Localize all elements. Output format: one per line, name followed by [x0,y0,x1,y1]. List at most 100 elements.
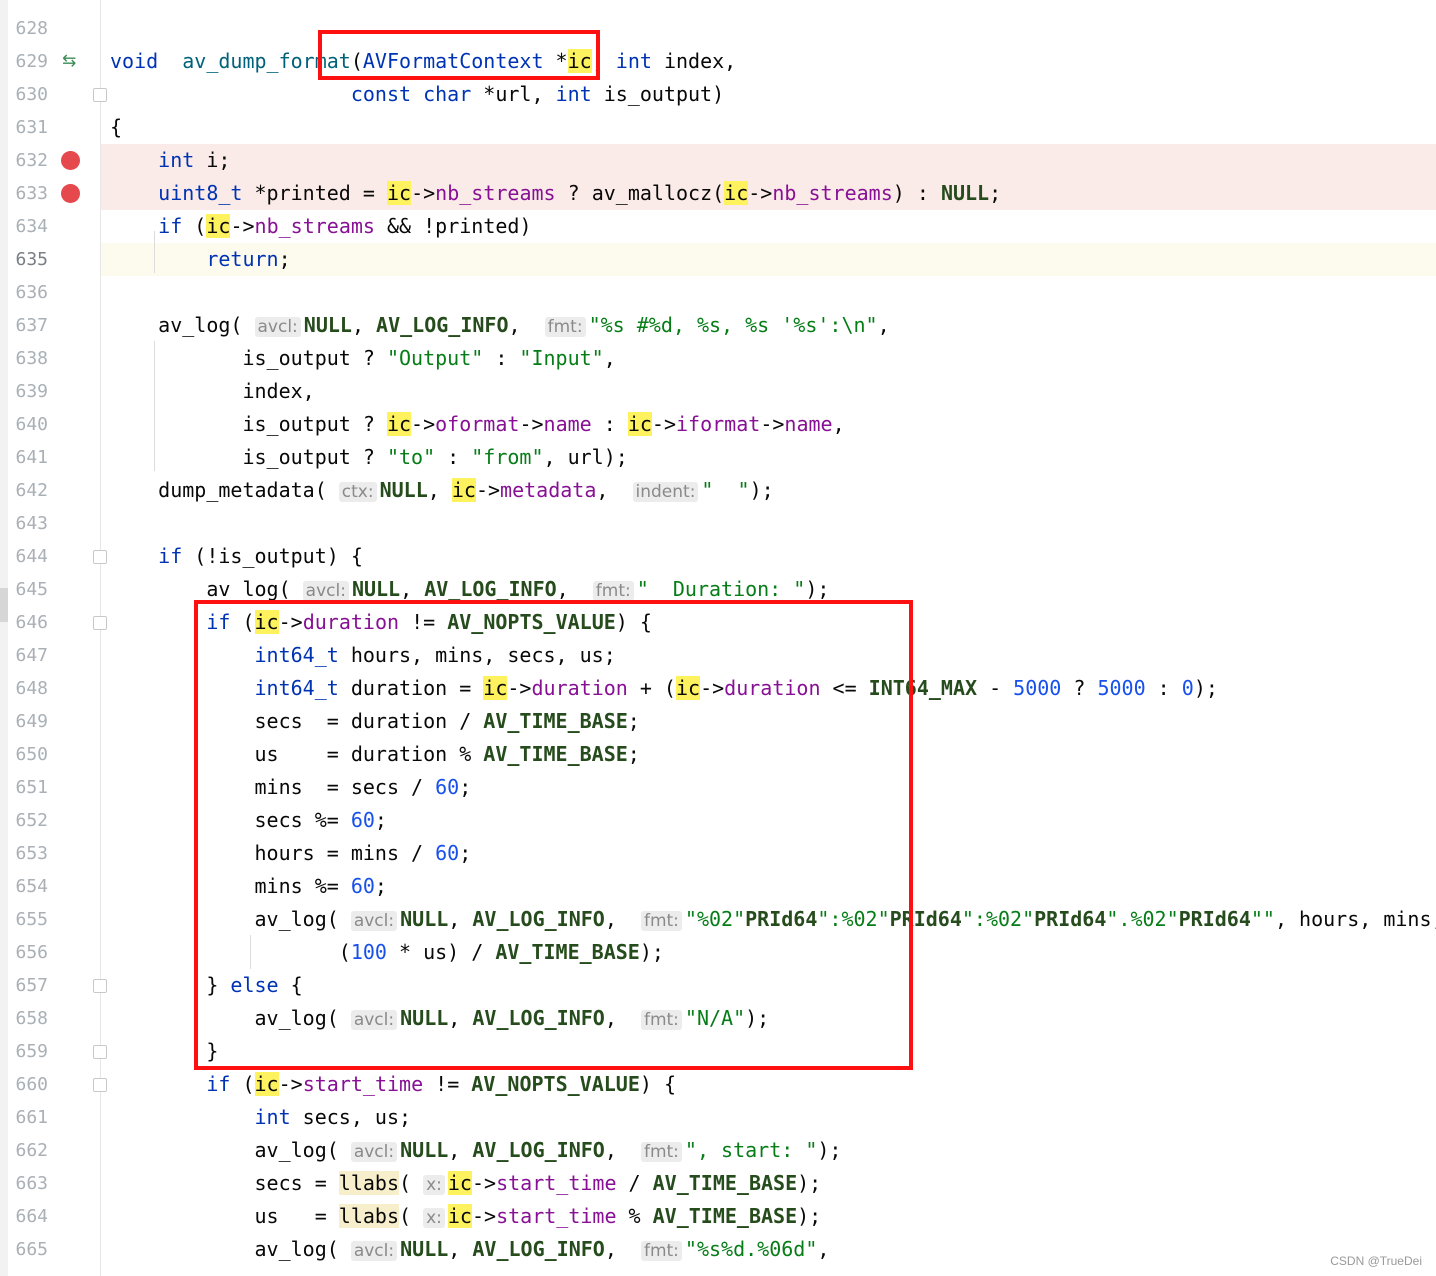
code-text[interactable]: const char *url, int is_output) [110,78,724,111]
highlighted-identifier: ic [386,181,412,205]
code-text[interactable]: av_log( avcl: NULL, AV_LOG_INFO, fmt: "%s%… [110,1233,829,1268]
code-line[interactable]: 640 is_output ? ic->oformat->name : ic->… [0,408,1436,441]
code-line[interactable]: 630 const char *url, int is_output) [0,78,1436,111]
code-line[interactable]: 629 ⇆ void av_dump_format(AVFormatContext … [0,45,1436,78]
line-number[interactable]: 664 [8,1200,48,1233]
code-line[interactable]: 660 if (ic->start_time != AV_NOPTS_VALUE… [0,1068,1436,1101]
line-number[interactable]: 661 [8,1101,48,1134]
code-text[interactable]: secs = llabs( x: ic->start_time / AV_TIME… [110,1167,821,1202]
line-number[interactable]: 651 [8,771,48,804]
code-line[interactable]: 663 secs = llabs( x: ic->start_time / AV_… [0,1167,1436,1200]
macro: NULL [379,478,428,502]
code-text: , [400,577,425,601]
code-text[interactable]: if (ic->start_time != AV_NOPTS_VALUE) { [110,1068,676,1101]
code-text[interactable]: uint8_t *printed = ic->nb_streams ? av_m… [110,177,1001,210]
fold-toggle-icon[interactable] [93,1078,107,1092]
line-number[interactable]: 652 [8,804,48,837]
line-number[interactable]: 657 [8,969,48,1002]
line-number[interactable]: 640 [8,408,48,441]
code-text[interactable]: is_output ? "to" : "from", url); [110,441,627,474]
code-line[interactable]: 631 { [0,111,1436,144]
line-number[interactable]: 662 [8,1134,48,1167]
line-number[interactable]: 656 [8,936,48,969]
line-number[interactable]: 628 [8,12,48,45]
line-number[interactable]: 643 [8,507,48,540]
line-background [101,12,1436,45]
code-text[interactable]: return; [110,243,290,276]
line-number[interactable]: 634 [8,210,48,243]
implementation-arrows-icon[interactable]: ⇆ [62,52,76,71]
line-number[interactable]: 633 [8,177,48,210]
line-number[interactable]: 649 [8,705,48,738]
breakpoint-icon[interactable] [61,184,80,203]
code-line[interactable]: 633 uint8_t *printed = ic->nb_streams ? … [0,177,1436,210]
code-line[interactable]: 634 if (ic->nb_streams && !printed) [0,210,1436,243]
code-text[interactable]: int secs, us; [110,1101,412,1134]
code-line[interactable]: 662 av_log( avcl: NULL, AV_LOG_INFO, fmt:… [0,1134,1436,1167]
line-number[interactable]: 655 [8,903,48,936]
line-number[interactable]: 635 [8,243,48,276]
code-line[interactable]: 635 return; [0,243,1436,276]
fold-toggle-icon[interactable] [93,88,107,102]
line-number[interactable]: 660 [8,1068,48,1101]
fold-toggle-icon[interactable] [93,550,107,564]
code-line[interactable]: 636 [0,276,1436,309]
code-text[interactable]: is_output ? ic->oformat->name : ic->ifor… [110,408,845,441]
code-line[interactable]: 638 is_output ? "Output" : "Input", [0,342,1436,375]
line-number[interactable]: 641 [8,441,48,474]
code-line[interactable]: 661 int secs, us; [0,1101,1436,1134]
line-number[interactable]: 646 [8,606,48,639]
line-number[interactable]: 629 [8,45,48,78]
code-text[interactable]: index, [110,375,314,408]
code-text[interactable]: av_log( avcl: NULL, AV_LOG_INFO, fmt: "%s … [110,309,890,344]
code-text[interactable]: int i; [110,144,230,177]
code-text[interactable]: { [110,111,122,144]
code-text[interactable]: is_output ? "Output" : "Input", [110,342,615,375]
code-line[interactable]: 665 av_log( avcl: NULL, AV_LOG_INFO, fmt:… [0,1233,1436,1266]
code-line[interactable]: 637 av_log( avcl: NULL, AV_LOG_INFO, fmt:… [0,309,1436,342]
code-text[interactable]: if (!is_output) { [110,540,363,573]
macro: AV_LOG_INFO [472,1237,605,1261]
line-number[interactable]: 645 [8,573,48,606]
code-text: -> [411,412,436,436]
code-line[interactable]: 664 us = llabs( x: ic->start_time % AV_TI… [0,1200,1436,1233]
fold-toggle-icon[interactable] [93,979,107,993]
line-number[interactable]: 631 [8,111,48,144]
line-number[interactable]: 642 [8,474,48,507]
code-line[interactable]: 644 if (!is_output) { [0,540,1436,573]
line-number[interactable]: 653 [8,837,48,870]
fold-toggle-icon[interactable] [93,616,107,630]
line-number[interactable]: 644 [8,540,48,573]
code-text[interactable]: us = llabs( x: ic->start_time % AV_TIME_B… [110,1200,821,1235]
keyword: const [350,82,412,106]
code-line[interactable]: 632 int i; [0,144,1436,177]
line-number[interactable]: 648 [8,672,48,705]
code-line[interactable]: 643 [0,507,1436,540]
code-editor[interactable]: 628 629 ⇆ void av_dump_format(AVFormatConte… [0,0,1436,1276]
code-text[interactable]: dump_metadata( ctx: NULL, ic->metadata, i… [110,474,774,509]
code-line[interactable]: 628 [0,12,1436,45]
parameter-hint: x: [423,1208,445,1228]
code-line[interactable]: 642 dump_metadata( ctx: NULL, ic->metadat… [0,474,1436,507]
code-line[interactable]: 639 index, [0,375,1436,408]
line-number[interactable]: 663 [8,1167,48,1200]
line-number[interactable]: 654 [8,870,48,903]
breakpoint-icon[interactable] [61,151,80,170]
fold-toggle-icon[interactable] [93,1045,107,1059]
line-number[interactable]: 665 [8,1233,48,1266]
line-number[interactable]: 647 [8,639,48,672]
line-number[interactable]: 638 [8,342,48,375]
line-number[interactable]: 659 [8,1035,48,1068]
line-number[interactable]: 650 [8,738,48,771]
field: nb_streams [772,181,893,205]
code-text[interactable]: if (ic->nb_streams && !printed) [110,210,532,243]
line-number[interactable]: 632 [8,144,48,177]
line-number[interactable]: 639 [8,375,48,408]
code-line[interactable]: 641 is_output ? "to" : "from", url); [0,441,1436,474]
line-number[interactable]: 636 [8,276,48,309]
code-text[interactable]: av_log( avcl: NULL, AV_LOG_INFO, fmt: ", s… [110,1134,841,1169]
line-number[interactable]: 658 [8,1002,48,1035]
line-number[interactable]: 630 [8,78,48,111]
line-number[interactable]: 637 [8,309,48,342]
